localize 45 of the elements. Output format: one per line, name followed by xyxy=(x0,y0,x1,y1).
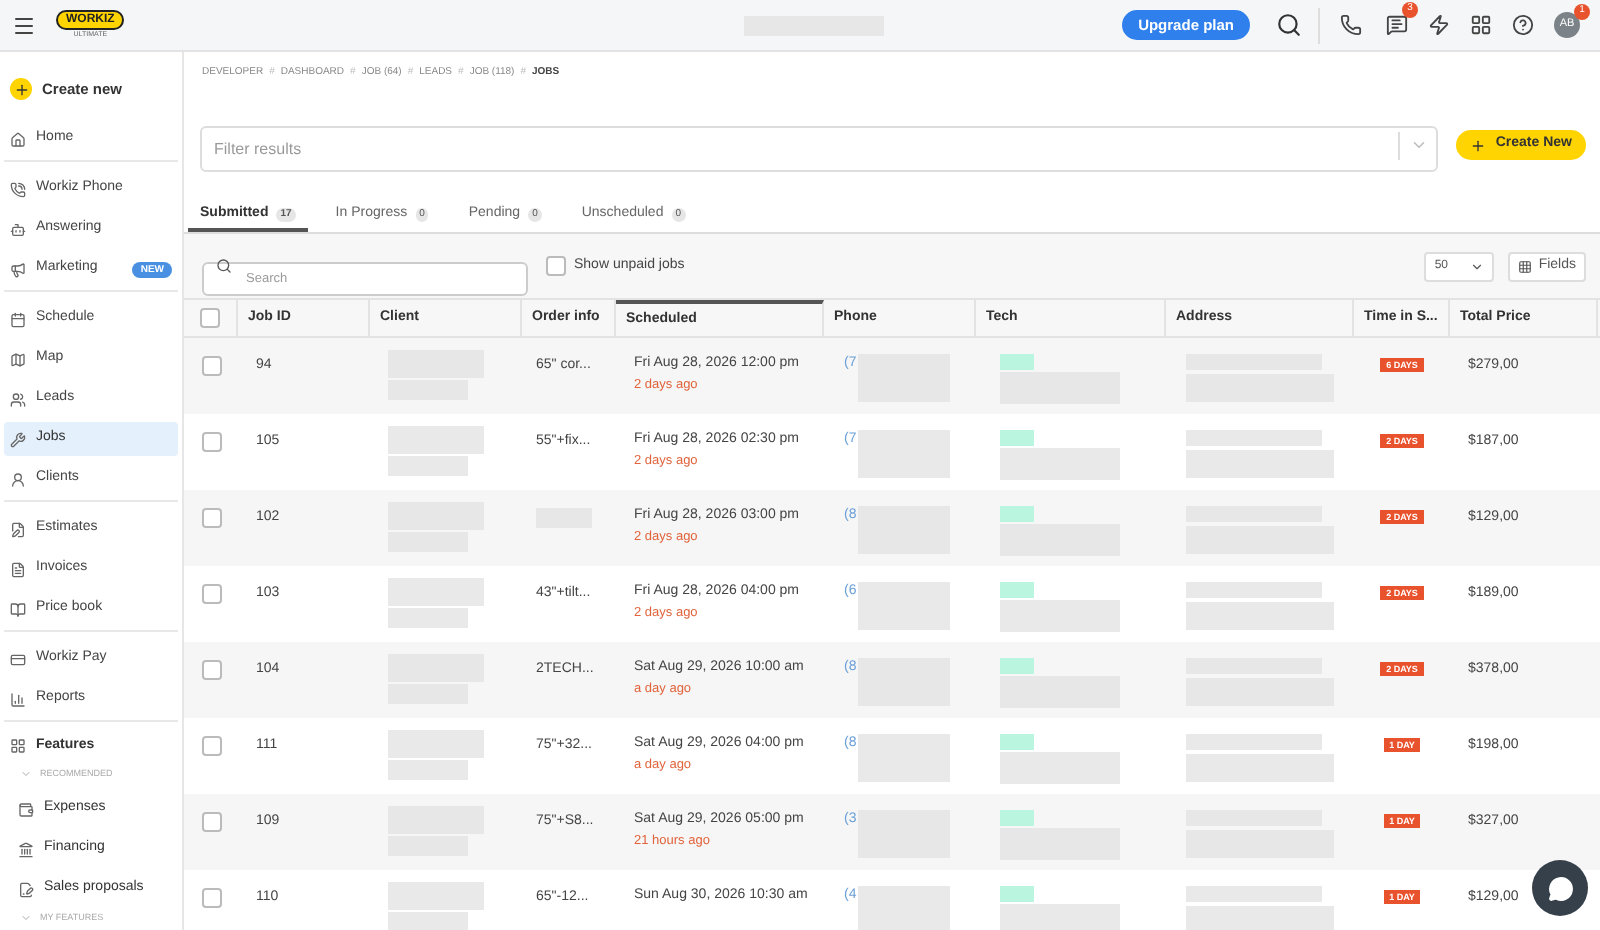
bolt-icon[interactable] xyxy=(1428,14,1450,36)
checkbox[interactable] xyxy=(201,508,221,528)
nav-icon xyxy=(10,431,26,448)
apps-icon[interactable] xyxy=(1470,14,1492,36)
checkbox[interactable] xyxy=(201,812,221,832)
nav-icon xyxy=(10,311,26,328)
nav-icon xyxy=(10,131,26,148)
nav-icon xyxy=(18,841,34,857)
phone-icon[interactable] xyxy=(1340,14,1362,36)
nav-icon xyxy=(10,221,26,238)
nav-icon xyxy=(10,391,26,408)
nav-icon xyxy=(10,521,26,538)
select-all-checkbox[interactable] xyxy=(200,308,220,328)
nav-icon xyxy=(18,801,34,817)
nav-icon xyxy=(10,181,26,198)
checkbox[interactable] xyxy=(201,432,221,452)
nav-icon xyxy=(10,691,26,708)
chevron-icon xyxy=(20,768,32,780)
help-icon[interactable] xyxy=(1512,14,1534,36)
checkbox[interactable] xyxy=(201,584,221,604)
grid-icon xyxy=(1518,259,1533,273)
nav-icon xyxy=(18,881,34,897)
nav-icon xyxy=(10,261,26,278)
plus-icon xyxy=(10,78,32,101)
nav-icon xyxy=(10,471,26,488)
checkbox[interactable] xyxy=(201,660,221,680)
checkbox[interactable] xyxy=(201,888,221,908)
checkbox[interactable] xyxy=(546,256,566,276)
chevron-down-icon xyxy=(1409,136,1428,154)
features-icon xyxy=(10,738,26,755)
filter-field[interactable]: Filter results xyxy=(200,126,1438,172)
chevron-icon xyxy=(20,912,32,924)
chat-bubble-icon xyxy=(1547,875,1573,901)
checkbox[interactable] xyxy=(201,356,221,376)
nav-icon xyxy=(10,651,26,668)
chat-icon[interactable] xyxy=(1386,14,1408,36)
nav-icon xyxy=(10,351,26,368)
search-icon xyxy=(216,258,232,274)
menu-icon[interactable] xyxy=(12,13,36,37)
nav-icon xyxy=(10,561,26,578)
nav-icon xyxy=(10,601,26,618)
plus-icon xyxy=(1469,137,1486,153)
checkbox[interactable] xyxy=(201,736,221,756)
chevron-down-icon xyxy=(1470,259,1485,273)
search-icon[interactable] xyxy=(1276,12,1302,38)
